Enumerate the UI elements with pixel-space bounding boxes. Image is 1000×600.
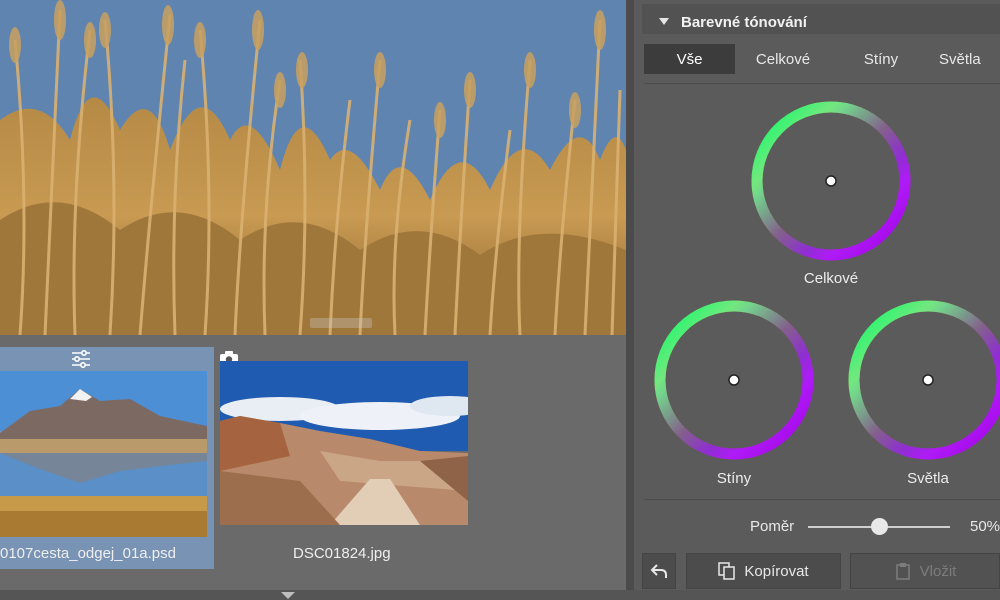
collapse-caret-icon[interactable] (659, 18, 669, 25)
ratio-value: 50% (970, 518, 1000, 535)
workspace: 0107cesta_odgej_01a.psd DSC01824.jpg (0, 0, 626, 600)
tab-all[interactable]: Vše (644, 44, 735, 74)
wheel-label-shadows: Stíny (716, 470, 752, 487)
filmstrip-item[interactable]: DSC01824.jpg (216, 347, 472, 569)
filmstrip: 0107cesta_odgej_01a.psd DSC01824.jpg (0, 335, 626, 590)
tab-overall[interactable]: Celkové (735, 44, 831, 74)
panel-title: Barevné tónování (681, 14, 807, 31)
expand-filmstrip-arrow-icon[interactable] (281, 592, 295, 599)
filmstrip-item-selected[interactable]: 0107cesta_odgej_01a.psd (0, 347, 214, 569)
copy-button[interactable]: Kopírovat (686, 553, 841, 589)
paste-button[interactable]: Vložit (850, 553, 1000, 589)
preview-resize-handle[interactable] (310, 318, 372, 328)
thumbnail-desert-road (220, 361, 468, 525)
paste-icon (895, 563, 910, 580)
bottom-bar (0, 590, 1000, 600)
undo-button[interactable] (642, 553, 676, 589)
panel-header[interactable]: Barevné tónování (642, 4, 1000, 34)
color-wheels-canvas (654, 101, 1000, 460)
paste-button-label: Vložit (919, 562, 957, 580)
color-wheel-highlights[interactable] (848, 300, 1000, 460)
color-toning-panel: Barevné tónování Vše Celkové Stíny Světl… (626, 0, 1000, 590)
filmstrip-item-filename: 0107cesta_odgej_01a.psd (0, 545, 176, 562)
wheel-handle-highlights[interactable] (922, 374, 934, 386)
app-window: 0107cesta_odgej_01a.psd DSC01824.jpg Bar… (0, 0, 1000, 600)
copy-icon (718, 562, 736, 580)
adjustments-icon (70, 349, 92, 369)
divider (644, 499, 1000, 500)
wheel-label-overall: Celkové (803, 270, 859, 287)
tone-tabs: Vše Celkové Stíny Světla (644, 44, 1000, 74)
ratio-label: Poměr (750, 518, 795, 535)
image-preview[interactable] (0, 0, 626, 335)
tab-highlights[interactable]: Světla (931, 44, 1000, 74)
wheel-label-highlights: Světla (907, 470, 949, 487)
wheel-handle-shadows[interactable] (728, 374, 740, 386)
wheel-handle-overall[interactable] (825, 175, 837, 187)
color-wheel-overall[interactable] (751, 101, 911, 261)
ratio-slider-knob[interactable] (870, 518, 888, 535)
undo-icon (650, 564, 667, 578)
copy-button-label: Kopírovat (744, 562, 809, 580)
thumbnail-lake-mountain (0, 371, 207, 537)
color-wheel-shadows[interactable] (654, 300, 814, 460)
tab-shadows[interactable]: Stíny (833, 44, 929, 74)
filmstrip-item-filename: DSC01824.jpg (293, 545, 391, 562)
preview-photo-grass (0, 0, 626, 335)
